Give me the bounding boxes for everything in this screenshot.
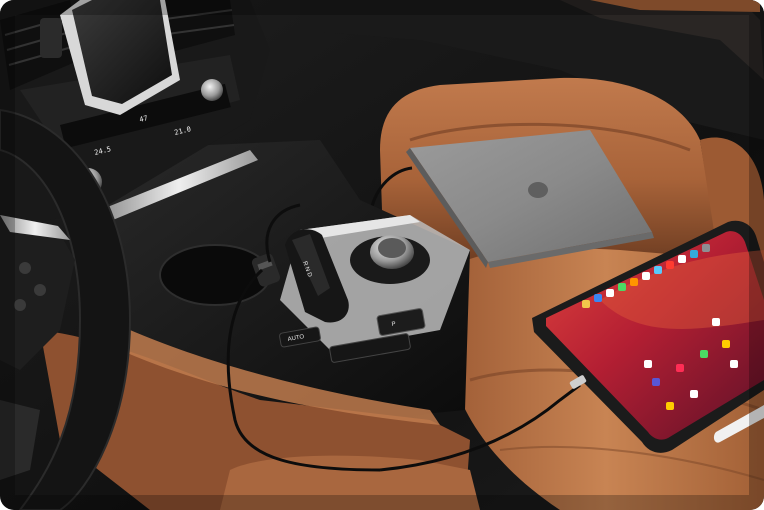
right-climate-knob[interactable] <box>201 79 223 101</box>
app-icon[interactable] <box>666 261 674 269</box>
wheel-button-2[interactable] <box>34 284 46 296</box>
car-interior-photo: 24.5 21.0 47 R N D P AUTO <box>0 0 764 510</box>
app-icon[interactable] <box>712 318 720 326</box>
app-icon[interactable] <box>690 390 698 398</box>
app-icon[interactable] <box>630 278 638 286</box>
app-icon[interactable] <box>652 378 660 386</box>
app-icon[interactable] <box>730 360 738 368</box>
app-icon[interactable] <box>582 300 590 308</box>
app-icon[interactable] <box>722 340 730 348</box>
app-icon[interactable] <box>676 364 684 372</box>
app-icon[interactable] <box>644 360 652 368</box>
app-icon[interactable] <box>700 350 708 358</box>
app-icon[interactable] <box>606 289 614 297</box>
wheel-button-3[interactable] <box>14 299 26 311</box>
app-icon[interactable] <box>666 402 674 410</box>
wheel-button[interactable] <box>19 262 31 274</box>
app-icon[interactable] <box>618 283 626 291</box>
app-icon[interactable] <box>642 272 650 280</box>
app-icon[interactable] <box>690 250 698 258</box>
app-icon[interactable] <box>702 244 710 252</box>
laptop-logo-icon <box>528 182 548 198</box>
app-icon[interactable] <box>654 266 662 274</box>
app-icon[interactable] <box>594 294 602 302</box>
app-icon[interactable] <box>678 255 686 263</box>
